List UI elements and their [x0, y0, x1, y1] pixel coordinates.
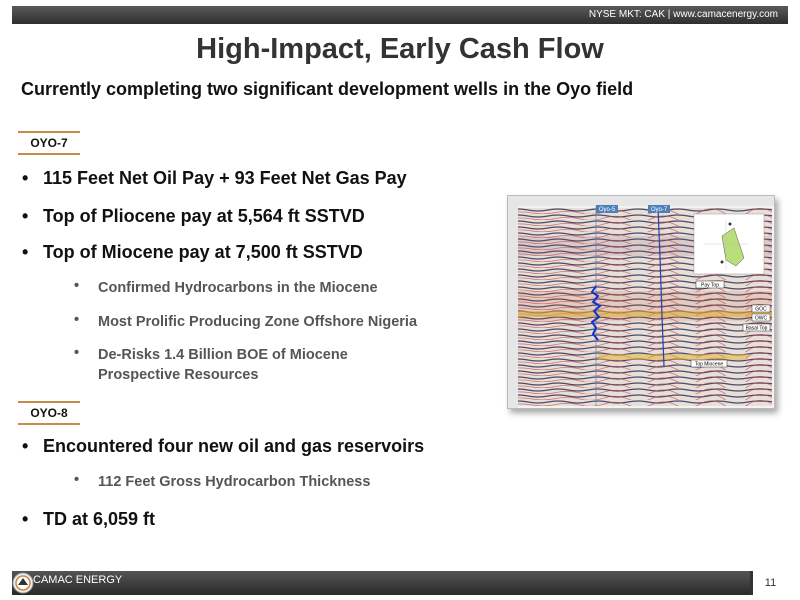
label-top-miocene: Top Miocene	[695, 362, 724, 368]
label-owc: OWC	[755, 316, 768, 322]
page-number: 11	[750, 571, 788, 595]
well-label-oyo5: Oyo-5	[599, 207, 616, 213]
sub-bullet-text: 112 Feet Gross Hydrocarbon Thickness	[98, 474, 371, 490]
seismic-section-image: Oyo-5 Oyo-7 Pay Top GOC OWC Basal Top To…	[507, 195, 775, 409]
seismic-svg: Oyo-5 Oyo-7 Pay Top GOC OWC Basal Top To…	[508, 196, 774, 408]
company-name: CAMAC ENERGY	[33, 574, 123, 586]
footer-bar	[12, 571, 788, 595]
camac-logo-icon	[12, 572, 34, 594]
exchange-info: NYSE MKT: CAK | www.camacenergy.com	[588, 9, 778, 20]
sub-bullet-text: Most Prolific Producing Zone Offshore Ni…	[98, 314, 418, 330]
bullet-text: 115 Feet Net Oil Pay + 93 Feet Net Gas P…	[43, 168, 407, 188]
bullet-text: Top of Miocene pay at 7,500 ft SSTVD	[43, 242, 363, 262]
oyo7-tag: OYO-7	[18, 131, 80, 155]
oyo8-tag: OYO-8	[18, 401, 80, 425]
top-header-bar: NYSE MKT: CAK | www.camacenergy.com	[12, 6, 788, 24]
sub-bullet-text: De-Risks 1.4 Billion BOE of Miocene	[98, 347, 348, 363]
slide-title: High-Impact, Early Cash Flow	[196, 33, 604, 65]
sub-bullet-text: Prospective Resources	[98, 367, 259, 383]
label-basal-top: Basal Top	[746, 326, 768, 332]
well-label-oyo7: Oyo-7	[651, 207, 668, 213]
bullet-text: TD at 6,059 ft	[43, 509, 156, 529]
label-goc: GOC	[755, 307, 767, 313]
bullet-text: Encountered four new oil and gas reservo…	[43, 436, 425, 456]
label-pay-top: Pay Top	[701, 283, 719, 289]
sub-bullet-text: Confirmed Hydrocarbons in the Miocene	[98, 280, 378, 296]
slide-subtitle: Currently completing two significant dev…	[21, 79, 634, 99]
bullet-text: Top of Pliocene pay at 5,564 ft SSTVD	[43, 206, 365, 226]
